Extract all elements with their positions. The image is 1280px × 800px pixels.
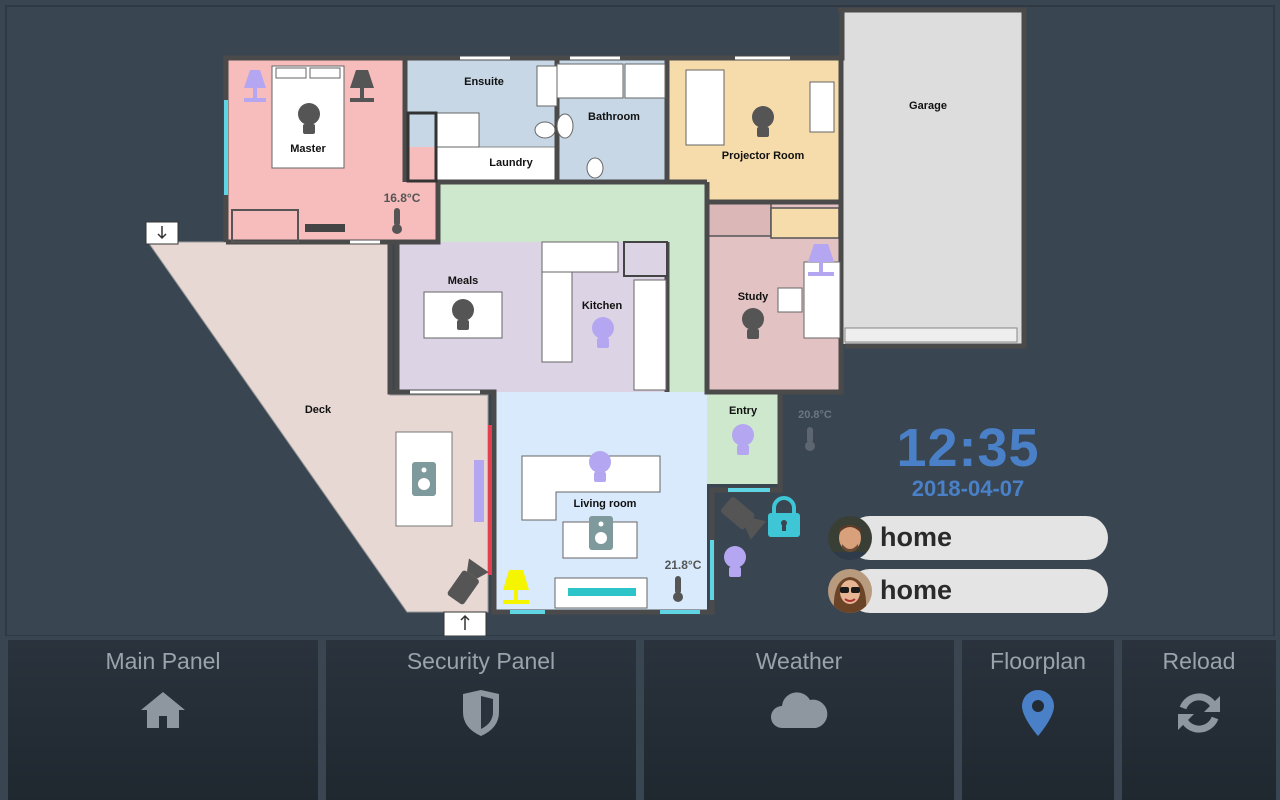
nav-security-panel[interactable]: Security Panel <box>322 640 640 800</box>
room-label-entry: Entry <box>729 405 758 417</box>
temperature-entry: 20.8°C <box>798 409 832 421</box>
room-label-living: Living room <box>574 498 637 510</box>
room-label-kitchen: Kitchen <box>582 300 623 312</box>
refresh-icon <box>1176 690 1222 741</box>
speaker-icon[interactable] <box>412 462 436 496</box>
room-label-laundry: Laundry <box>489 157 533 169</box>
nav-main-panel[interactable]: Main Panel <box>4 640 322 800</box>
room-ensuite[interactable] <box>405 60 557 147</box>
room-label-garage: Garage <box>909 100 947 112</box>
person-badge[interactable]: home <box>828 516 1108 560</box>
room-label-bathroom: Bathroom <box>588 111 640 123</box>
nav-reload[interactable]: Reload <box>1118 640 1280 800</box>
cloud-icon <box>770 690 828 735</box>
nav-label: Floorplan <box>990 648 1086 674</box>
nav-floorplan[interactable]: Floorplan <box>958 640 1118 800</box>
temperature-living: 21.8°C <box>665 558 702 572</box>
clock-time: 12:35 <box>896 418 1040 478</box>
room-label-master: Master <box>290 143 326 155</box>
room-label-projector: Projector Room <box>722 150 805 162</box>
person-state: home <box>880 522 953 552</box>
room-label-study: Study <box>738 291 769 303</box>
nav-weather[interactable]: Weather <box>640 640 958 800</box>
nav-label: Reload <box>1162 648 1236 674</box>
person-badge[interactable]: home <box>828 569 1108 613</box>
nav-label: Main Panel <box>105 648 221 674</box>
room-garage[interactable] <box>840 12 1024 344</box>
person-state: home <box>880 575 953 605</box>
nav-label: Security Panel <box>406 648 556 674</box>
person-male-avatar <box>828 516 872 560</box>
home-icon <box>139 690 187 735</box>
room-label-meals: Meals <box>448 275 479 287</box>
clock-date: 2018-04-07 <box>911 476 1025 501</box>
nav-label: Weather <box>755 648 843 674</box>
map-marker-icon <box>1022 690 1054 741</box>
shield-icon <box>461 690 501 741</box>
person-female-avatar <box>828 569 872 613</box>
room-label-ensuite: Ensuite <box>464 76 504 88</box>
room-label-deck: Deck <box>305 404 332 416</box>
clock-widget: 12:35 2018-04-07 <box>880 418 1056 500</box>
speaker-icon[interactable] <box>589 516 613 550</box>
dashboard: Master Ensuite Bathroom Laundry Projecto… <box>0 0 1280 800</box>
temperature-master: 16.8°C <box>384 191 421 205</box>
